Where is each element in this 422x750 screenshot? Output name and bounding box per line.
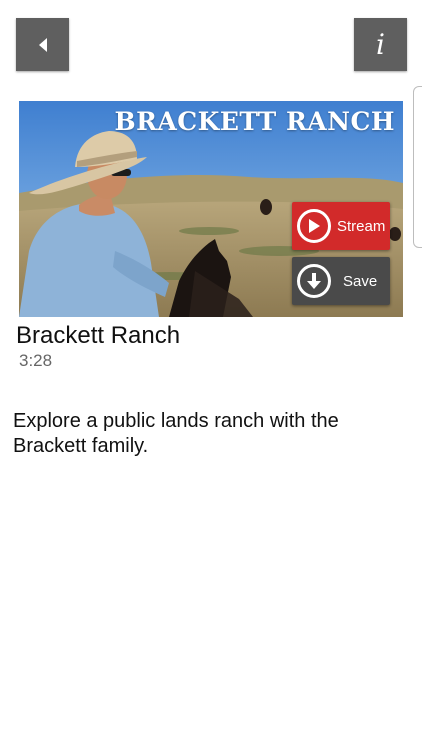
back-arrow-icon	[38, 37, 47, 52]
video-description: Explore a public lands ranch with the Br…	[13, 410, 339, 457]
download-circle-icon	[297, 264, 331, 298]
info-icon: i	[376, 27, 385, 61]
save-label: Save	[343, 272, 378, 290]
stream-label: Stream	[337, 217, 386, 235]
thumbnail-overlay-title: BRACKETT RANCH	[114, 107, 395, 136]
video-title: Brackett Ranch	[16, 322, 181, 349]
back-button[interactable]	[16, 18, 69, 71]
stream-button[interactable]: Stream	[292, 202, 390, 250]
video-thumbnail[interactable]: BRACKETT RANCH Stream Save	[19, 101, 403, 317]
next-card-edge[interactable]	[413, 86, 422, 248]
save-button[interactable]: Save	[292, 257, 390, 305]
info-button[interactable]: i	[354, 18, 407, 71]
video-duration: 3:28	[19, 351, 53, 370]
play-circle-icon	[297, 209, 331, 243]
